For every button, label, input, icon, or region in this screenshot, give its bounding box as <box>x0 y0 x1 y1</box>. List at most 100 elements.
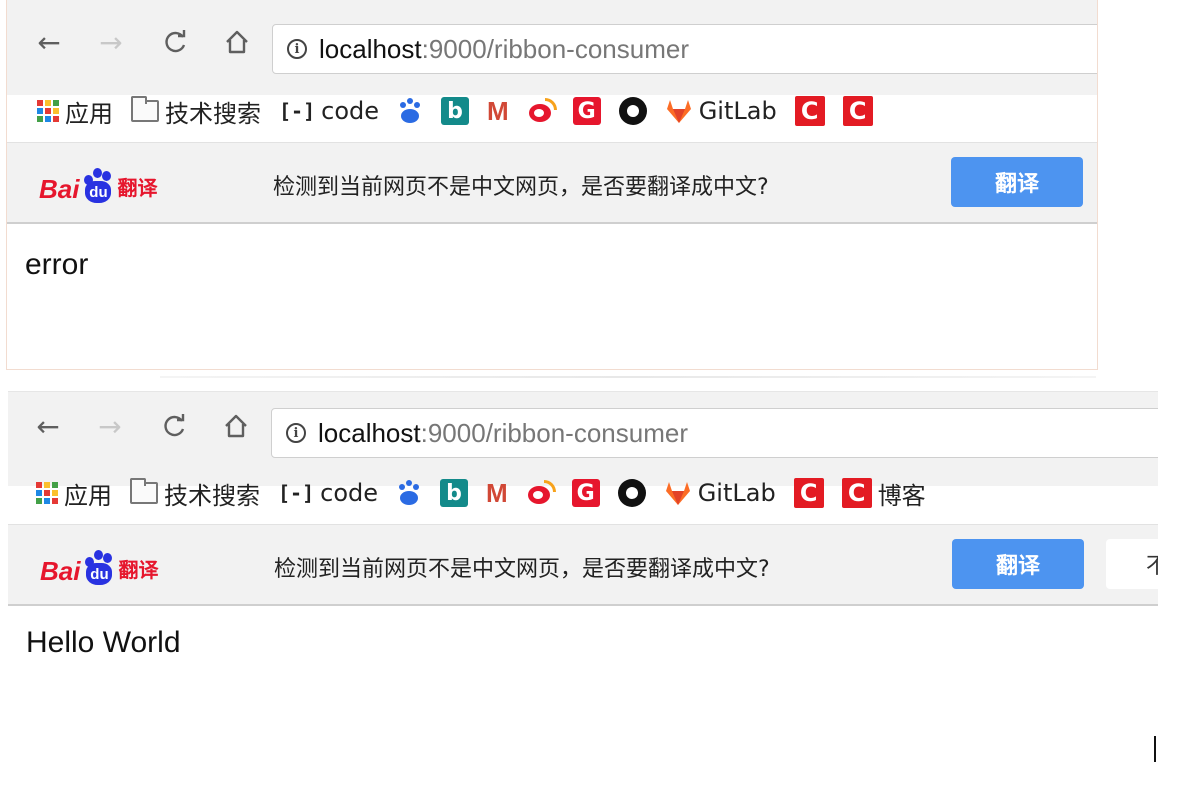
url-host: localhost <box>318 417 421 448</box>
url-path: :9000/ribbon-consumer <box>421 33 690 64</box>
bookmark-g[interactable]: G <box>571 479 600 507</box>
translate-bar: Bai du 翻译 检测到当前网页不是中文网页，是否要翻译成中文? 翻译 <box>7 142 1097 224</box>
translate-button[interactable]: 翻译 <box>952 539 1084 589</box>
url-host: localhost <box>319 33 422 64</box>
baidu-translate-logo: Bai du 翻译 <box>40 543 158 587</box>
bookmark-code[interactable]: [-] code <box>279 97 379 125</box>
bookmark-apps[interactable]: 应用 <box>37 94 113 129</box>
apps-grid-icon <box>37 100 59 122</box>
bookmark-csdn-blog[interactable]: C 博客 <box>841 476 926 511</box>
bookmark-gitlab-label: GitLab <box>697 479 776 507</box>
bookmark-folder-label: 技术搜索 <box>165 99 261 128</box>
bookmark-csdn-2[interactable]: C <box>842 96 873 126</box>
bing-icon: b <box>440 479 469 507</box>
csdn-icon: C <box>793 478 824 508</box>
bookmark-folder[interactable]: 技术搜索 <box>130 476 260 511</box>
bookmark-github[interactable] <box>617 479 646 507</box>
logo-fanyi: 翻译 <box>117 176 158 200</box>
back-icon[interactable]: ← <box>29 22 69 62</box>
bookmark-gitlab[interactable]: GitLab <box>664 479 776 507</box>
url-path: :9000/ribbon-consumer <box>420 417 689 448</box>
bookmark-gmail[interactable]: M <box>487 96 509 127</box>
gmail-icon: M <box>487 95 509 126</box>
github-icon <box>617 479 646 507</box>
info-icon[interactable]: i <box>287 39 307 59</box>
weibo-icon <box>527 98 557 124</box>
bookmark-code-label: code <box>320 479 379 507</box>
translate-button[interactable]: 翻译 <box>951 157 1083 207</box>
csdn-icon: C <box>794 96 825 126</box>
folder-icon <box>130 478 158 504</box>
logo-du: du <box>86 563 113 585</box>
browser-window-hello: ← → i localhost:9000/ribbon-consumer 应用 <box>8 391 1158 691</box>
reload-icon[interactable] <box>155 22 195 62</box>
translate-prompt: 检测到当前网页不是中文网页，是否要翻译成中文? <box>273 175 769 200</box>
folder-icon <box>131 96 159 122</box>
bookmark-csdn-1[interactable]: C <box>793 478 824 508</box>
forward-icon[interactable]: → <box>91 22 131 62</box>
divider <box>160 376 1096 378</box>
home-icon[interactable] <box>216 406 256 446</box>
nav-row: ← → i localhost:9000/ribbon-consumer <box>8 394 1158 458</box>
bookmark-bing[interactable]: b <box>441 97 470 125</box>
bookmark-gitlab[interactable]: GitLab <box>665 97 777 125</box>
bookmark-folder[interactable]: 技术搜索 <box>131 94 261 129</box>
translate-prompt: 检测到当前网页不是中文网页，是否要翻译成中文? <box>274 557 770 582</box>
baidu-paw-logo-icon: du <box>81 165 115 205</box>
bookmark-csdn-1[interactable]: C <box>794 96 825 126</box>
logo-du: du <box>85 181 112 203</box>
address-bar[interactable]: i localhost:9000/ribbon-consumer <box>272 24 1097 74</box>
code-icon: [-] <box>279 99 316 123</box>
bookmark-apps[interactable]: 应用 <box>36 476 112 511</box>
bookmark-g[interactable]: G <box>572 97 601 125</box>
bing-icon: b <box>441 97 470 125</box>
browser-window-error: ← → i localhost:9000/ribbon-consumer 应用 <box>6 0 1098 370</box>
translate-bar: Bai du 翻译 检测到当前网页不是中文网页，是否要翻译成中文? 翻译 不 <box>8 524 1158 606</box>
page-body-text: error <box>25 248 89 281</box>
browser-toolbar: ← → i localhost:9000/ribbon-consumer 应用 <box>8 391 1158 510</box>
url-text[interactable]: localhost:9000/ribbon-consumer <box>319 34 689 65</box>
code-icon: [-] <box>278 481 315 505</box>
bookmark-baidu[interactable] <box>397 97 423 125</box>
bookmark-apps-label: 应用 <box>65 99 113 128</box>
address-bar[interactable]: i localhost:9000/ribbon-consumer <box>271 408 1158 458</box>
decline-translate-button[interactable]: 不 <box>1106 539 1158 589</box>
text-cursor <box>1154 736 1156 762</box>
bookmark-bing[interactable]: b <box>440 479 469 507</box>
apps-grid-icon <box>36 482 58 504</box>
bookmark-code-label: code <box>321 97 380 125</box>
url-text[interactable]: localhost:9000/ribbon-consumer <box>318 418 688 449</box>
page-body-text: Hello World <box>26 626 181 659</box>
csdn-icon: C <box>841 478 872 508</box>
gitlab-icon <box>665 482 690 505</box>
bookmark-gitlab-label: GitLab <box>698 97 777 125</box>
bookmark-code[interactable]: [-] code <box>278 479 378 507</box>
bookmark-baidu[interactable] <box>396 479 422 507</box>
baidu-paw-icon <box>399 480 420 505</box>
forward-icon[interactable]: → <box>90 406 130 446</box>
bookmarks-bar: 应用 技术搜索 [-] code b M G <box>7 90 1097 132</box>
nav-row: ← → i localhost:9000/ribbon-consumer <box>7 10 1097 74</box>
logo-bai: Bai <box>40 556 81 586</box>
browser-toolbar: ← → i localhost:9000/ribbon-consumer 应用 <box>7 0 1097 128</box>
reload-icon[interactable] <box>154 406 194 446</box>
github-icon <box>618 97 647 125</box>
baidu-translate-logo: Bai du 翻译 <box>39 161 157 205</box>
baidu-paw-logo-icon: du <box>82 547 116 587</box>
bookmark-apps-label: 应用 <box>64 481 112 510</box>
logo-bai: Bai <box>39 174 80 204</box>
bookmarks-bar: 应用 技术搜索 [-] code b M G <box>8 472 1158 514</box>
bookmark-gmail[interactable]: M <box>486 478 508 509</box>
bookmark-weibo[interactable] <box>526 480 556 506</box>
g-logo-icon: G <box>571 479 600 507</box>
baidu-paw-icon <box>400 98 421 123</box>
gitlab-icon <box>666 100 691 123</box>
info-icon[interactable]: i <box>286 423 306 443</box>
csdn-icon: C <box>842 96 873 126</box>
bookmark-github[interactable] <box>618 97 647 125</box>
g-logo-icon: G <box>572 97 601 125</box>
bookmark-weibo[interactable] <box>527 98 557 124</box>
logo-fanyi: 翻译 <box>118 558 159 582</box>
back-icon[interactable]: ← <box>28 406 68 446</box>
home-icon[interactable] <box>217 22 257 62</box>
